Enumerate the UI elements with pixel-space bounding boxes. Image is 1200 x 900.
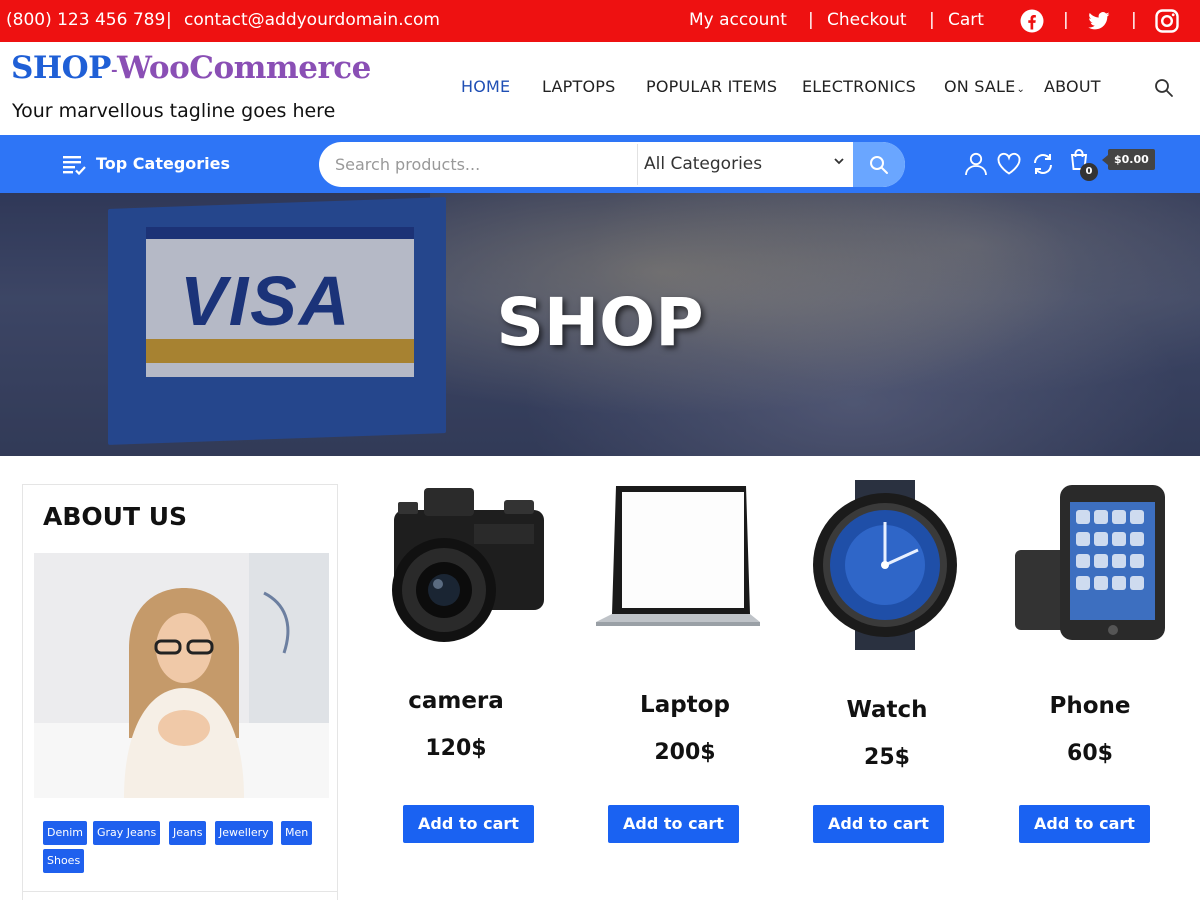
add-to-cart-button[interactable]: Add to cart [1019, 805, 1150, 843]
page-title: SHOP [496, 284, 704, 361]
nav-on-sale-label: ON SALE [944, 77, 1016, 96]
about-us-heading: ABOUT US [43, 502, 188, 531]
nav-about[interactable]: ABOUT [1044, 77, 1101, 96]
instagram-icon[interactable] [1154, 8, 1180, 34]
compare-icon[interactable] [1030, 151, 1056, 177]
search-input[interactable] [335, 142, 635, 187]
topbar-separator: | [1131, 10, 1137, 30]
my-account-link[interactable]: My account [689, 9, 787, 31]
tag-jeans[interactable]: Jeans [169, 821, 207, 845]
topbar-separator: | [1063, 10, 1069, 30]
watch-image[interactable] [800, 480, 970, 650]
tag-gray-jeans[interactable]: Gray Jeans [93, 821, 161, 845]
search-icon[interactable] [1154, 78, 1174, 98]
tag-men[interactable]: Men [281, 821, 313, 845]
email-link[interactable]: contact@addyourdomain.com [184, 9, 440, 31]
tag-shoes[interactable]: Shoes [43, 849, 85, 873]
logo-shop-text: SHOP [11, 50, 112, 86]
top-bar: (800) 123 456 789 | contact@addyourdomai… [0, 0, 1200, 42]
tag-denim[interactable]: Denim [43, 821, 87, 845]
search-button[interactable] [853, 142, 905, 187]
cart-link[interactable]: Cart [948, 9, 984, 31]
list-icon[interactable] [62, 154, 86, 176]
add-to-cart-button[interactable]: Add to cart [403, 805, 534, 843]
site-logo[interactable]: SHOP-WooCommerce [11, 50, 371, 86]
tag-jewellery[interactable]: Jewellery [215, 821, 273, 845]
logo-woocommerce-text: WooCommerce [117, 50, 371, 86]
about-us-widget: ABOUT US Denim Gray Jeans Jeans Jeweller… [22, 484, 338, 900]
checkout-link[interactable]: Checkout [827, 9, 907, 31]
product-name[interactable]: Watch [787, 697, 987, 723]
phone-number[interactable]: (800) 123 456 789 [6, 9, 165, 31]
nav-home[interactable]: HOME [461, 77, 510, 96]
product-price: 60$ [1067, 741, 1113, 766]
product-price: 120$ [425, 736, 487, 761]
product-price: 200$ [654, 740, 716, 765]
cart-total-badge: $0.00 [1102, 149, 1155, 170]
user-icon[interactable] [963, 151, 989, 177]
site-tagline: Your marvellous tagline goes here [12, 100, 336, 122]
heart-icon[interactable] [996, 151, 1022, 177]
category-select-value: All Categories [644, 154, 763, 174]
nav-electronics[interactable]: ELECTRONICS [802, 77, 916, 96]
chevron-down-icon: ⌄ [1016, 84, 1026, 95]
add-to-cart-button[interactable]: Add to cart [608, 805, 739, 843]
about-us-photo [34, 553, 329, 798]
facebook-icon[interactable] [1019, 8, 1045, 34]
nav-laptops[interactable]: LAPTOPS [542, 77, 615, 96]
search-icon [870, 156, 888, 174]
phone-image[interactable] [1010, 480, 1175, 650]
twitter-icon[interactable] [1086, 8, 1112, 34]
product-price: 25$ [864, 745, 910, 770]
top-categories-toggle[interactable]: Top Categories [96, 154, 230, 173]
cart-count-badge: 0 [1080, 163, 1098, 181]
product-name[interactable]: camera [356, 688, 556, 714]
topbar-separator: | [808, 10, 814, 30]
add-to-cart-button[interactable]: Add to cart [813, 805, 944, 843]
topbar-separator: | [166, 10, 172, 30]
category-select[interactable]: All Categories [637, 144, 851, 185]
product-name[interactable]: Phone [990, 693, 1190, 719]
camera-image[interactable] [384, 480, 554, 650]
nav-popular-items[interactable]: POPULAR ITEMS [646, 77, 777, 96]
laptop-image[interactable] [592, 480, 762, 630]
product-name[interactable]: Laptop [585, 692, 785, 718]
chevron-down-icon [834, 158, 844, 165]
product-search: All Categories [319, 142, 905, 187]
nav-on-sale[interactable]: ON SALE⌄ [944, 77, 1025, 96]
divider [23, 891, 337, 892]
topbar-separator: | [929, 10, 935, 30]
